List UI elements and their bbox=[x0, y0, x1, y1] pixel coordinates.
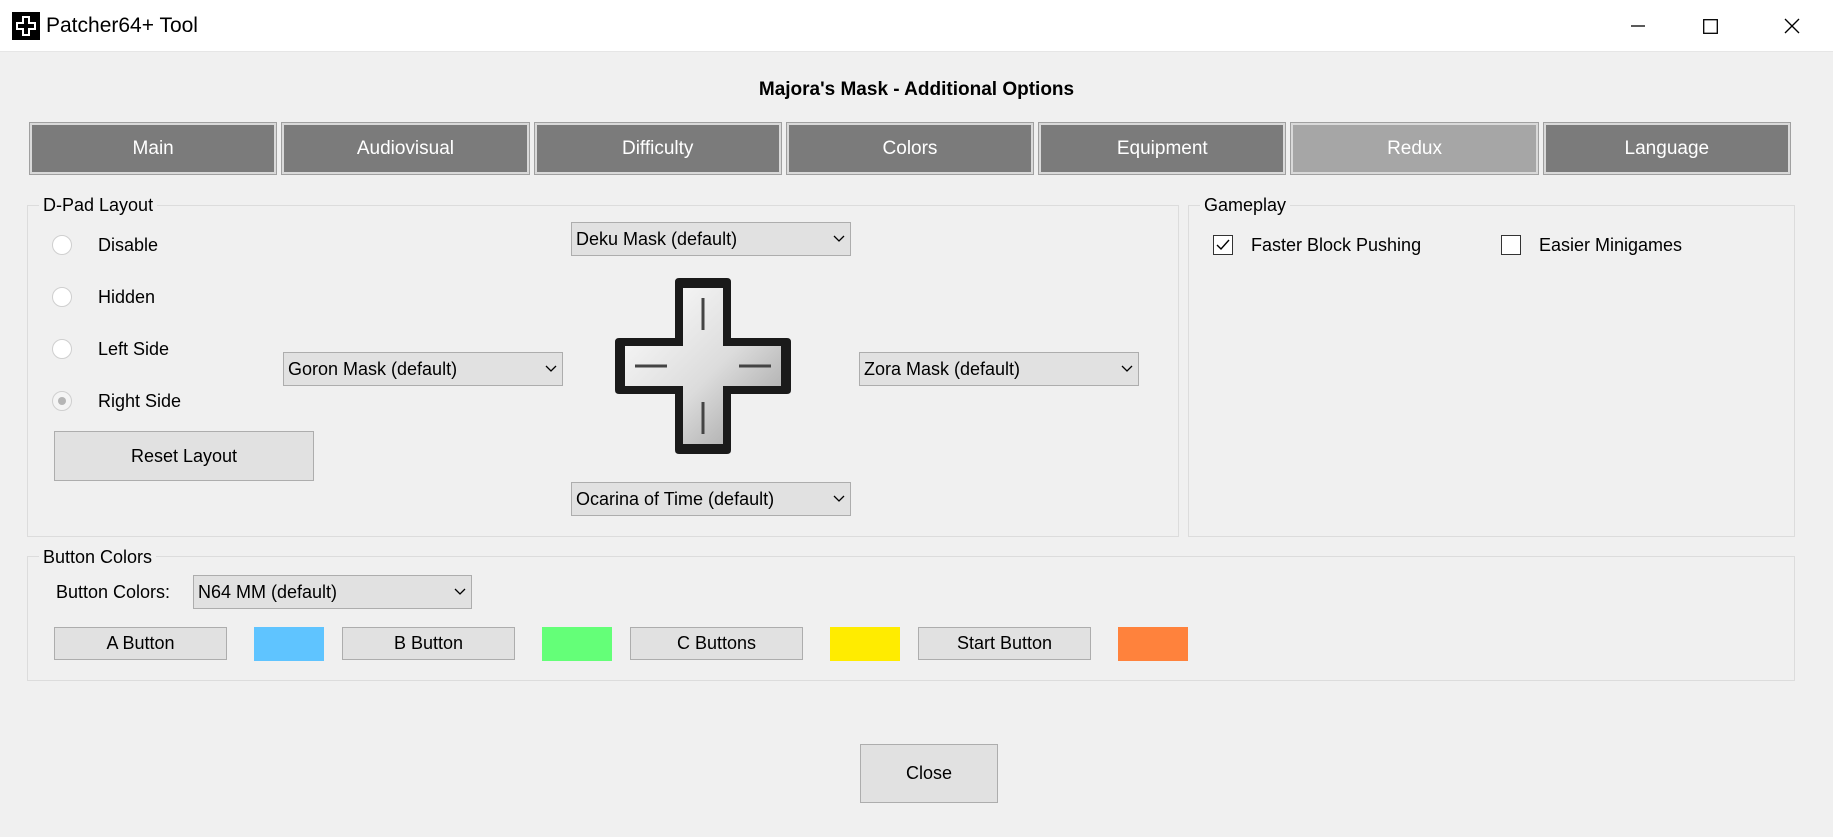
radio-button[interactable] bbox=[52, 235, 72, 255]
chevron-down-icon bbox=[449, 576, 471, 608]
app-icon bbox=[12, 12, 40, 40]
checkmark-icon bbox=[1216, 239, 1230, 251]
minimize-button[interactable] bbox=[1598, 0, 1678, 52]
checkbox[interactable] bbox=[1501, 235, 1521, 255]
dpad-right-select[interactable]: Zora Mask (default) bbox=[859, 352, 1139, 386]
button-colors-select[interactable]: N64 MM (default) bbox=[193, 575, 472, 609]
c-buttons-color-swatch[interactable] bbox=[830, 627, 900, 661]
maximize-button[interactable] bbox=[1670, 0, 1750, 52]
tab-equipment[interactable]: Equipment bbox=[1038, 122, 1287, 175]
close-window-button[interactable] bbox=[1750, 0, 1833, 52]
checkbox[interactable] bbox=[1213, 235, 1233, 255]
minimize-icon bbox=[1631, 25, 1645, 27]
tab-difficulty[interactable]: Difficulty bbox=[533, 122, 782, 175]
radio-label: Right Side bbox=[98, 391, 182, 411]
checkbox-label: Faster Block Pushing bbox=[1251, 235, 1422, 255]
close-icon bbox=[1784, 18, 1799, 34]
tab-main[interactable]: Main bbox=[29, 122, 278, 175]
dpad-up-select[interactable]: Deku Mask (default) bbox=[571, 222, 851, 256]
dpad-layout-label: D-Pad Layout bbox=[39, 194, 158, 216]
dpad-right-value: Zora Mask (default) bbox=[864, 358, 1021, 379]
radio-button[interactable] bbox=[52, 287, 72, 307]
dpad-icon bbox=[611, 274, 795, 458]
b-button-color-swatch[interactable] bbox=[542, 627, 612, 661]
button-colors-label: Button Colors bbox=[39, 546, 157, 568]
chevron-down-icon bbox=[828, 483, 850, 515]
tab-colors[interactable]: Colors bbox=[785, 122, 1035, 175]
window-title: Patcher64+ Tool bbox=[46, 14, 198, 37]
gameplay-label: Gameplay bbox=[1200, 194, 1291, 216]
chevron-down-icon bbox=[540, 353, 562, 385]
radio-label: Left Side bbox=[98, 339, 170, 359]
dpad-down-select[interactable]: Ocarina of Time (default) bbox=[571, 482, 851, 516]
maximize-icon bbox=[1702, 18, 1718, 34]
radio-disable[interactable]: Disable bbox=[52, 234, 158, 256]
chevron-down-icon bbox=[1116, 353, 1138, 385]
start-button-color-swatch[interactable] bbox=[1118, 627, 1188, 661]
reset-layout-button[interactable]: Reset Layout bbox=[54, 431, 314, 481]
page-heading: Majora's Mask - Additional Options bbox=[758, 79, 1075, 100]
c-buttons-color-button[interactable]: C Buttons bbox=[630, 627, 803, 660]
checkbox-easier-minigames[interactable]: Easier Minigames bbox=[1501, 234, 1682, 256]
button-colors-value: N64 MM (default) bbox=[198, 581, 338, 602]
dpad-left-value: Goron Mask (default) bbox=[288, 358, 458, 379]
dpad-down-value: Ocarina of Time (default) bbox=[576, 488, 775, 509]
radio-right-side[interactable]: Right Side bbox=[52, 390, 181, 412]
start-button-color-button[interactable]: Start Button bbox=[918, 627, 1091, 660]
close-button[interactable]: Close bbox=[860, 744, 998, 803]
a-button-color-button[interactable]: A Button bbox=[54, 627, 227, 660]
checkbox-faster-block-pushing[interactable]: Faster Block Pushing bbox=[1213, 234, 1421, 256]
checkbox-label: Easier Minigames bbox=[1539, 235, 1683, 255]
tab-language[interactable]: Language bbox=[1542, 122, 1791, 175]
a-button-color-swatch[interactable] bbox=[254, 627, 324, 661]
tab-bar: Main Audiovisual Difficulty Colors Equip… bbox=[27, 122, 1793, 175]
radio-label: Disable bbox=[98, 235, 159, 255]
radio-hidden[interactable]: Hidden bbox=[52, 286, 155, 308]
radio-button[interactable] bbox=[52, 391, 72, 411]
radio-label: Hidden bbox=[98, 287, 156, 307]
radio-left-side[interactable]: Left Side bbox=[52, 338, 169, 360]
tab-audiovisual[interactable]: Audiovisual bbox=[281, 122, 530, 175]
button-colors-combo-label: Button Colors: bbox=[56, 582, 171, 602]
tab-redux[interactable]: Redux bbox=[1290, 122, 1539, 175]
title-bar: Patcher64+ Tool bbox=[0, 0, 1833, 52]
radio-button[interactable] bbox=[52, 339, 72, 359]
dpad-left-select[interactable]: Goron Mask (default) bbox=[283, 352, 563, 386]
b-button-color-button[interactable]: B Button bbox=[342, 627, 515, 660]
chevron-down-icon bbox=[828, 223, 850, 255]
dpad-up-value: Deku Mask (default) bbox=[576, 228, 738, 249]
